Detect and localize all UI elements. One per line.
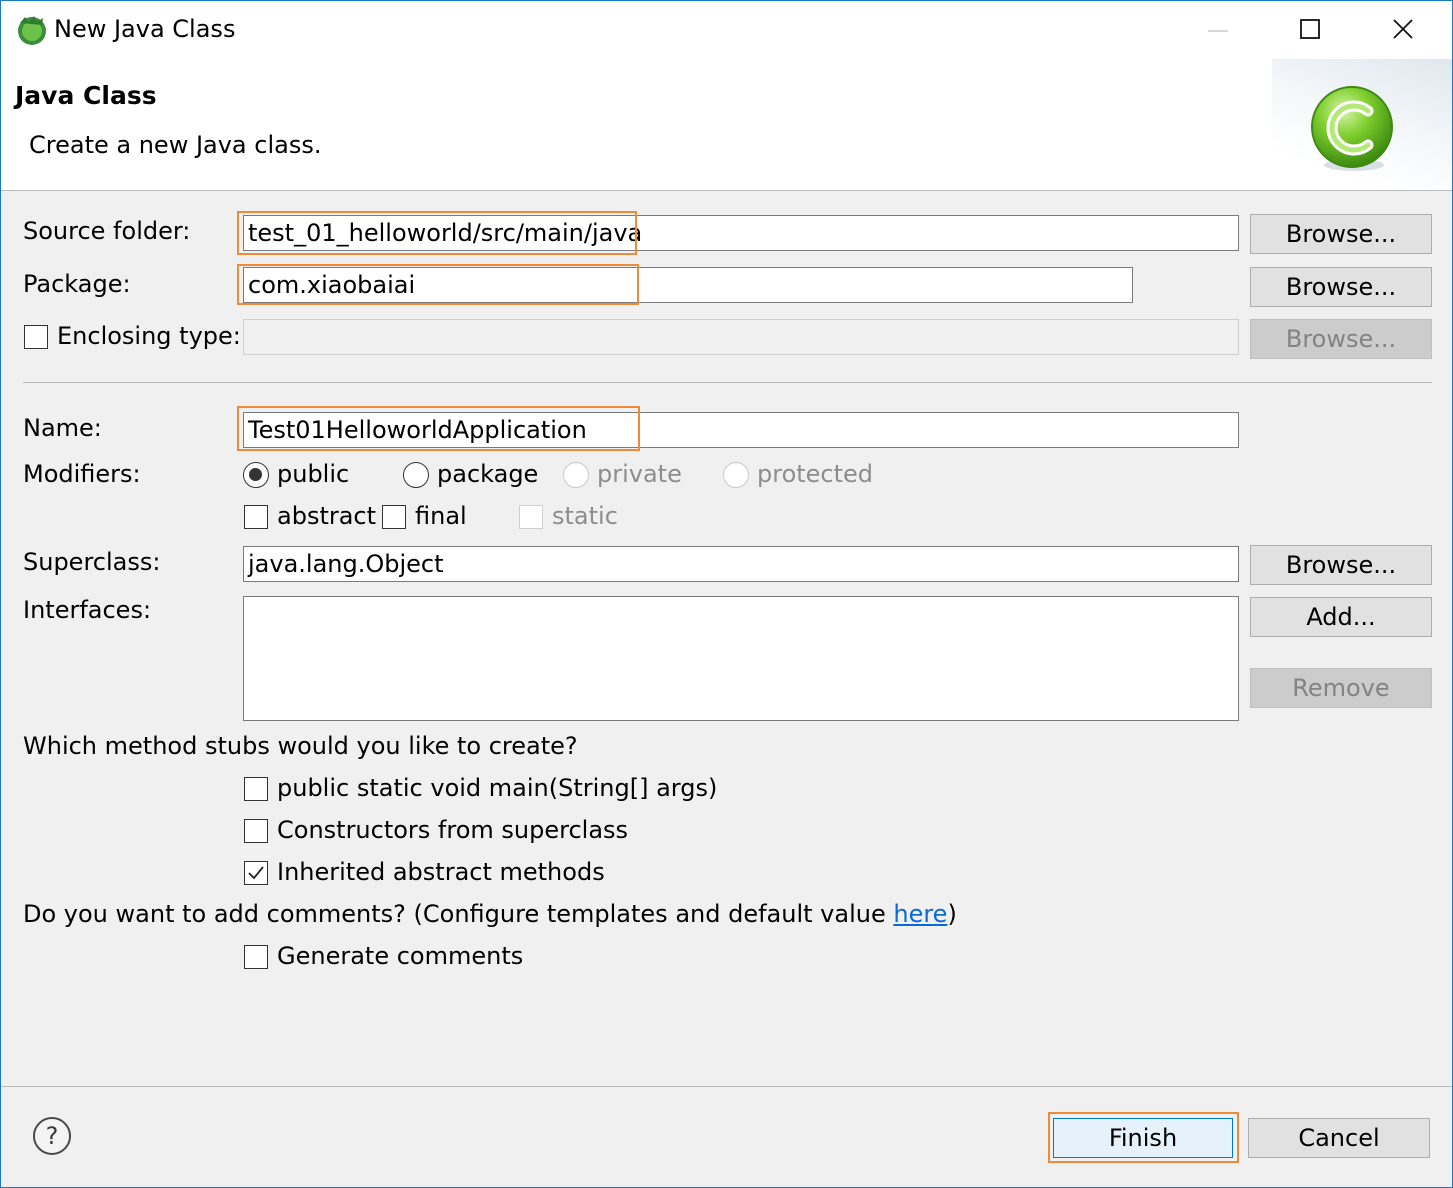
close-button[interactable] bbox=[1358, 1, 1450, 59]
final-checkbox[interactable] bbox=[382, 505, 406, 529]
comments-question-close: ) bbox=[947, 900, 957, 928]
modifiers-label: Modifiers: bbox=[23, 460, 141, 488]
constructors-checkbox[interactable] bbox=[244, 819, 268, 843]
comments-question-text: Do you want to add comments? (Configure … bbox=[23, 900, 894, 928]
enclosing-type-checkbox[interactable] bbox=[24, 325, 48, 349]
static-checkbox-label: static bbox=[552, 502, 618, 530]
abstract-checkbox[interactable] bbox=[244, 505, 268, 529]
protected-radio[interactable] bbox=[723, 462, 749, 488]
superclass-browse-button[interactable]: Browse... bbox=[1250, 545, 1432, 585]
inherited-methods-label: Inherited abstract methods bbox=[277, 858, 605, 886]
minimize-icon bbox=[1208, 30, 1228, 32]
class-name-field[interactable]: Test01HelloworldApplication bbox=[243, 412, 1239, 448]
name-label: Name: bbox=[23, 414, 102, 442]
superclass-field[interactable]: java.lang.Object bbox=[243, 546, 1239, 582]
eclipse-app-icon bbox=[18, 16, 46, 45]
separator bbox=[23, 382, 1432, 383]
new-java-class-dialog: New Java Class Java Class Create a new J… bbox=[0, 0, 1453, 1188]
interfaces-label: Interfaces: bbox=[23, 596, 152, 624]
wizard-banner: Java Class Create a new Java class. bbox=[1, 59, 1452, 191]
enclosing-type-browse-button[interactable]: Browse... bbox=[1250, 319, 1432, 359]
package-radio-label: package bbox=[437, 460, 539, 488]
package-label: Package: bbox=[23, 270, 131, 298]
main-method-label: public static void main(String[] args) bbox=[277, 774, 718, 802]
package-radio[interactable] bbox=[403, 462, 429, 488]
static-checkbox[interactable] bbox=[519, 505, 543, 529]
private-radio-label: private bbox=[597, 460, 682, 488]
checkmark-icon bbox=[248, 866, 264, 880]
stubs-question: Which method stubs would you like to cre… bbox=[23, 732, 578, 760]
cancel-button[interactable]: Cancel bbox=[1248, 1118, 1430, 1158]
constructors-label: Constructors from superclass bbox=[277, 816, 629, 844]
main-method-checkbox[interactable] bbox=[244, 777, 268, 801]
generate-comments-label: Generate comments bbox=[277, 942, 524, 970]
inherited-methods-checkbox[interactable] bbox=[244, 861, 268, 885]
remove-interface-button[interactable]: Remove bbox=[1250, 668, 1432, 708]
page-title: Java Class bbox=[15, 81, 157, 110]
abstract-checkbox-label: abstract bbox=[277, 502, 377, 530]
enclosing-type-label: Enclosing type: bbox=[57, 322, 241, 350]
maximize-button[interactable] bbox=[1265, 1, 1357, 59]
add-interface-button[interactable]: Add... bbox=[1250, 597, 1432, 637]
public-radio-label: public bbox=[277, 460, 350, 488]
footer-separator bbox=[1, 1086, 1452, 1087]
maximize-icon bbox=[1300, 19, 1320, 39]
svg-text:?: ? bbox=[46, 1122, 59, 1150]
source-folder-field[interactable]: test_01_helloworld/src/main/java bbox=[243, 215, 1239, 251]
interfaces-list[interactable] bbox=[243, 596, 1239, 721]
page-description: Create a new Java class. bbox=[29, 131, 322, 159]
package-field[interactable]: com.xiaobaiai bbox=[243, 267, 1133, 303]
close-icon bbox=[1393, 19, 1413, 39]
package-browse-button[interactable]: Browse... bbox=[1250, 267, 1432, 307]
final-checkbox-label: final bbox=[415, 502, 467, 530]
window-title: New Java Class bbox=[54, 15, 236, 43]
comments-question: Do you want to add comments? (Configure … bbox=[23, 900, 957, 928]
finish-button[interactable]: Finish bbox=[1053, 1118, 1233, 1158]
title-bar: New Java Class bbox=[1, 1, 1452, 59]
generate-comments-checkbox[interactable] bbox=[244, 945, 268, 969]
configure-templates-link[interactable]: here bbox=[893, 900, 947, 928]
superclass-label: Superclass: bbox=[23, 548, 161, 576]
java-class-icon bbox=[1311, 86, 1393, 171]
help-icon[interactable]: ? bbox=[32, 1116, 72, 1156]
source-folder-browse-button[interactable]: Browse... bbox=[1250, 214, 1432, 254]
minimize-button[interactable] bbox=[1173, 1, 1265, 59]
private-radio[interactable] bbox=[563, 462, 589, 488]
enclosing-type-field[interactable] bbox=[243, 319, 1239, 355]
protected-radio-label: protected bbox=[757, 460, 874, 488]
source-folder-label: Source folder: bbox=[23, 217, 191, 245]
public-radio[interactable] bbox=[243, 462, 269, 488]
